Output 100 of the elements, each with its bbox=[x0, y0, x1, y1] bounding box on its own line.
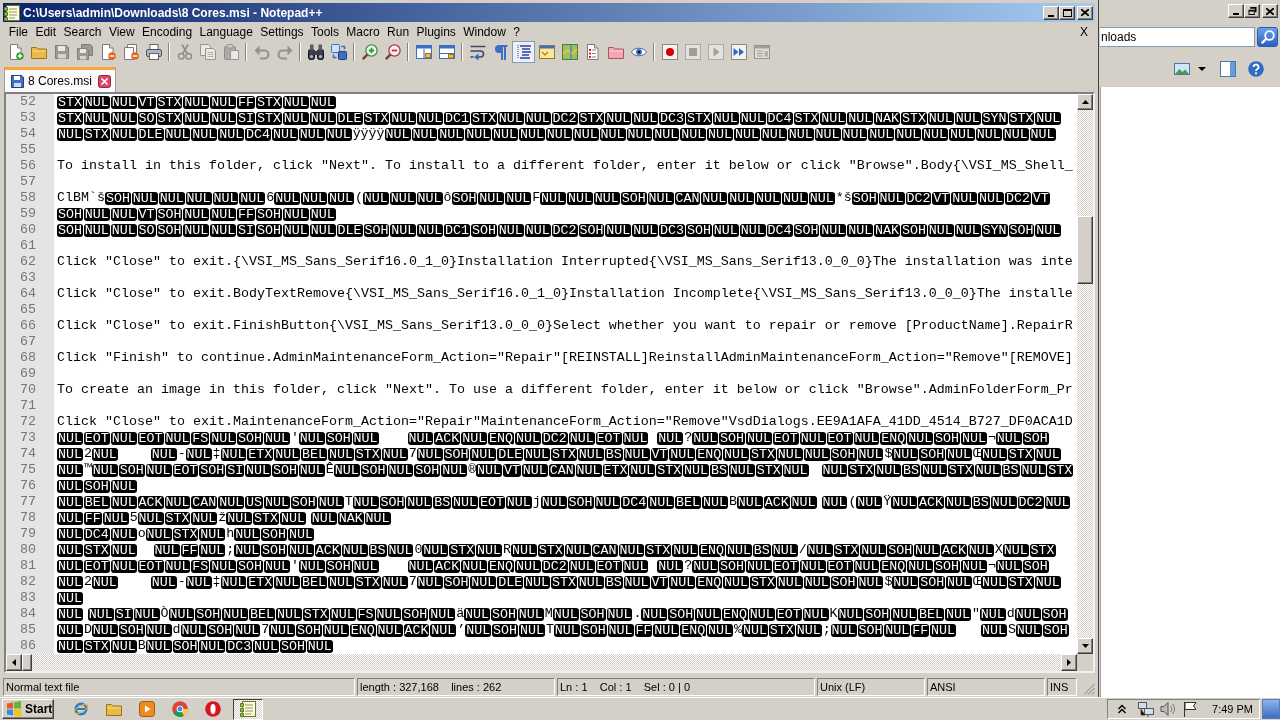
down-arrow-icon bbox=[1081, 644, 1089, 648]
control-code-tag: NUL bbox=[212, 191, 239, 205]
maximize-button[interactable] bbox=[1059, 5, 1075, 20]
control-code-tag: NUL bbox=[632, 223, 659, 237]
control-code-tag: NUL bbox=[961, 431, 987, 445]
control-code-tag: SI bbox=[114, 607, 133, 621]
control-code-tag: SI bbox=[237, 111, 255, 125]
control-code-tag: NUL bbox=[110, 431, 137, 445]
control-code-tag: NUL bbox=[860, 543, 887, 557]
close-document-button[interactable]: X bbox=[1078, 24, 1090, 40]
status-field: INS bbox=[1047, 677, 1077, 696]
ring-logo-icon[interactable] bbox=[205, 701, 221, 717]
control-code-tag: NUL bbox=[692, 431, 719, 445]
menu-item[interactable]: Encoding bbox=[138, 24, 196, 40]
caret-icon[interactable] bbox=[1198, 67, 1206, 71]
control-code-tag: NUL bbox=[164, 127, 191, 141]
control-code-tag: US bbox=[245, 495, 263, 509]
control-code-tag: VT bbox=[650, 447, 669, 461]
horizontal-scrollbar[interactable] bbox=[6, 654, 1077, 671]
control-code-tag: NUL bbox=[183, 95, 210, 109]
scroll-thumb[interactable] bbox=[1077, 216, 1093, 284]
control-code-tag: BEL bbox=[301, 447, 327, 461]
document-tab[interactable]: 8 Cores.msi bbox=[4, 67, 116, 92]
close-tab-icon[interactable] bbox=[98, 74, 111, 88]
browser-globe-icon[interactable] bbox=[73, 701, 89, 717]
play-tile-icon[interactable] bbox=[139, 701, 155, 717]
start-button[interactable]: Start bbox=[2, 699, 54, 719]
scroll-left-button[interactable] bbox=[6, 654, 22, 671]
menu-item[interactable]: Plugins bbox=[412, 24, 460, 40]
menu-item[interactable]: Edit bbox=[31, 24, 60, 40]
menu-item[interactable]: Window bbox=[459, 24, 510, 40]
menu-item[interactable]: Tools bbox=[307, 24, 343, 40]
menu-item[interactable]: View bbox=[105, 24, 139, 40]
control-code-tag: NUL bbox=[476, 543, 502, 557]
control-code-tag: ENQ bbox=[488, 559, 514, 573]
scroll-right-button[interactable] bbox=[1061, 654, 1077, 671]
picture-icon[interactable] bbox=[1174, 61, 1190, 77]
resize-grip-icon[interactable] bbox=[1084, 684, 1095, 695]
menu-item[interactable]: Settings bbox=[256, 24, 308, 40]
search-field[interactable]: nloads bbox=[1100, 27, 1255, 47]
control-code-tag: NUL bbox=[707, 127, 733, 141]
control-code-tag: NUL bbox=[406, 495, 433, 509]
flag-icon[interactable] bbox=[1182, 701, 1199, 717]
vertical-scrollbar[interactable] bbox=[1077, 94, 1093, 654]
control-code-tag: NUL bbox=[83, 95, 110, 109]
code-text: R bbox=[503, 542, 511, 558]
line-number: 52 bbox=[20, 94, 36, 109]
folder-icon[interactable] bbox=[106, 701, 122, 717]
control-code-tag: SYN bbox=[981, 223, 1008, 237]
control-code-tag: NUL bbox=[145, 639, 172, 653]
scroll-down-button[interactable] bbox=[1077, 638, 1093, 654]
control-code-tag: NUL bbox=[470, 447, 497, 461]
search-button[interactable] bbox=[1257, 27, 1278, 47]
control-code-tag: STX bbox=[253, 511, 279, 525]
line-number: 78 bbox=[20, 510, 36, 525]
scroll-thumb[interactable] bbox=[22, 654, 32, 671]
control-code-tag: NUL bbox=[599, 127, 626, 141]
menu-item[interactable]: ? bbox=[509, 24, 524, 40]
control-code-tag: SOH bbox=[272, 463, 298, 477]
control-code-tag: NUL bbox=[145, 527, 172, 541]
preview-pane-icon[interactable] bbox=[1220, 61, 1236, 77]
taskbar-button[interactable] bbox=[233, 698, 263, 720]
menu-item[interactable]: File bbox=[5, 24, 32, 40]
control-code-tag: NUL bbox=[222, 607, 249, 621]
close-button[interactable] bbox=[1262, 4, 1278, 18]
chevron-up-icon[interactable] bbox=[1118, 704, 1127, 714]
code-text: 7 bbox=[408, 574, 417, 590]
control-code-tag: NUL bbox=[341, 543, 368, 557]
minimize-button[interactable] bbox=[1043, 5, 1059, 20]
control-code-tag: NUL bbox=[760, 127, 787, 141]
help-icon[interactable] bbox=[1248, 61, 1264, 77]
control-code-tag: STX bbox=[57, 95, 83, 109]
text-editor[interactable] bbox=[4, 92, 1095, 673]
control-code-tag: SOH bbox=[156, 207, 183, 221]
clock[interactable]: 7:49 PM bbox=[1212, 703, 1253, 715]
close-icon bbox=[1081, 9, 1089, 16]
control-code-tag: NUL bbox=[199, 639, 226, 653]
round-logo-icon[interactable] bbox=[172, 701, 188, 717]
control-code-tag: NUL bbox=[245, 463, 271, 477]
speaker-icon[interactable] bbox=[1160, 701, 1177, 717]
code-text: Ò bbox=[160, 606, 169, 622]
control-code-tag: NUL bbox=[1029, 127, 1056, 141]
code-text: T bbox=[545, 622, 554, 638]
network-icon[interactable] bbox=[1138, 701, 1155, 717]
menu-item[interactable]: Language bbox=[195, 24, 257, 40]
control-code-tag: NUL bbox=[927, 223, 954, 237]
minimize-button[interactable] bbox=[1228, 4, 1244, 18]
menu-item[interactable]: Run bbox=[383, 24, 413, 40]
control-code-tag: EOT bbox=[826, 559, 853, 573]
control-code-tag: NUL bbox=[110, 495, 137, 509]
code-text: Click "Close" to exit.FinishButton{\VSI_MS_Sans_Serif13.0_0_0}Select whether you want to repair or remove [ProductName].RepairR bbox=[57, 318, 1073, 334]
control-code-tag: ETX bbox=[602, 463, 629, 477]
menu-item[interactable]: Search bbox=[59, 24, 106, 40]
menu-item[interactable]: Macro bbox=[342, 24, 384, 40]
scroll-up-button[interactable] bbox=[1077, 94, 1093, 110]
up-arrow-icon bbox=[1081, 100, 1089, 104]
control-code-tag: NUL bbox=[110, 95, 137, 109]
control-code-tag: BS bbox=[902, 463, 920, 477]
restore-button[interactable] bbox=[1244, 4, 1260, 18]
close-button[interactable] bbox=[1077, 5, 1093, 20]
